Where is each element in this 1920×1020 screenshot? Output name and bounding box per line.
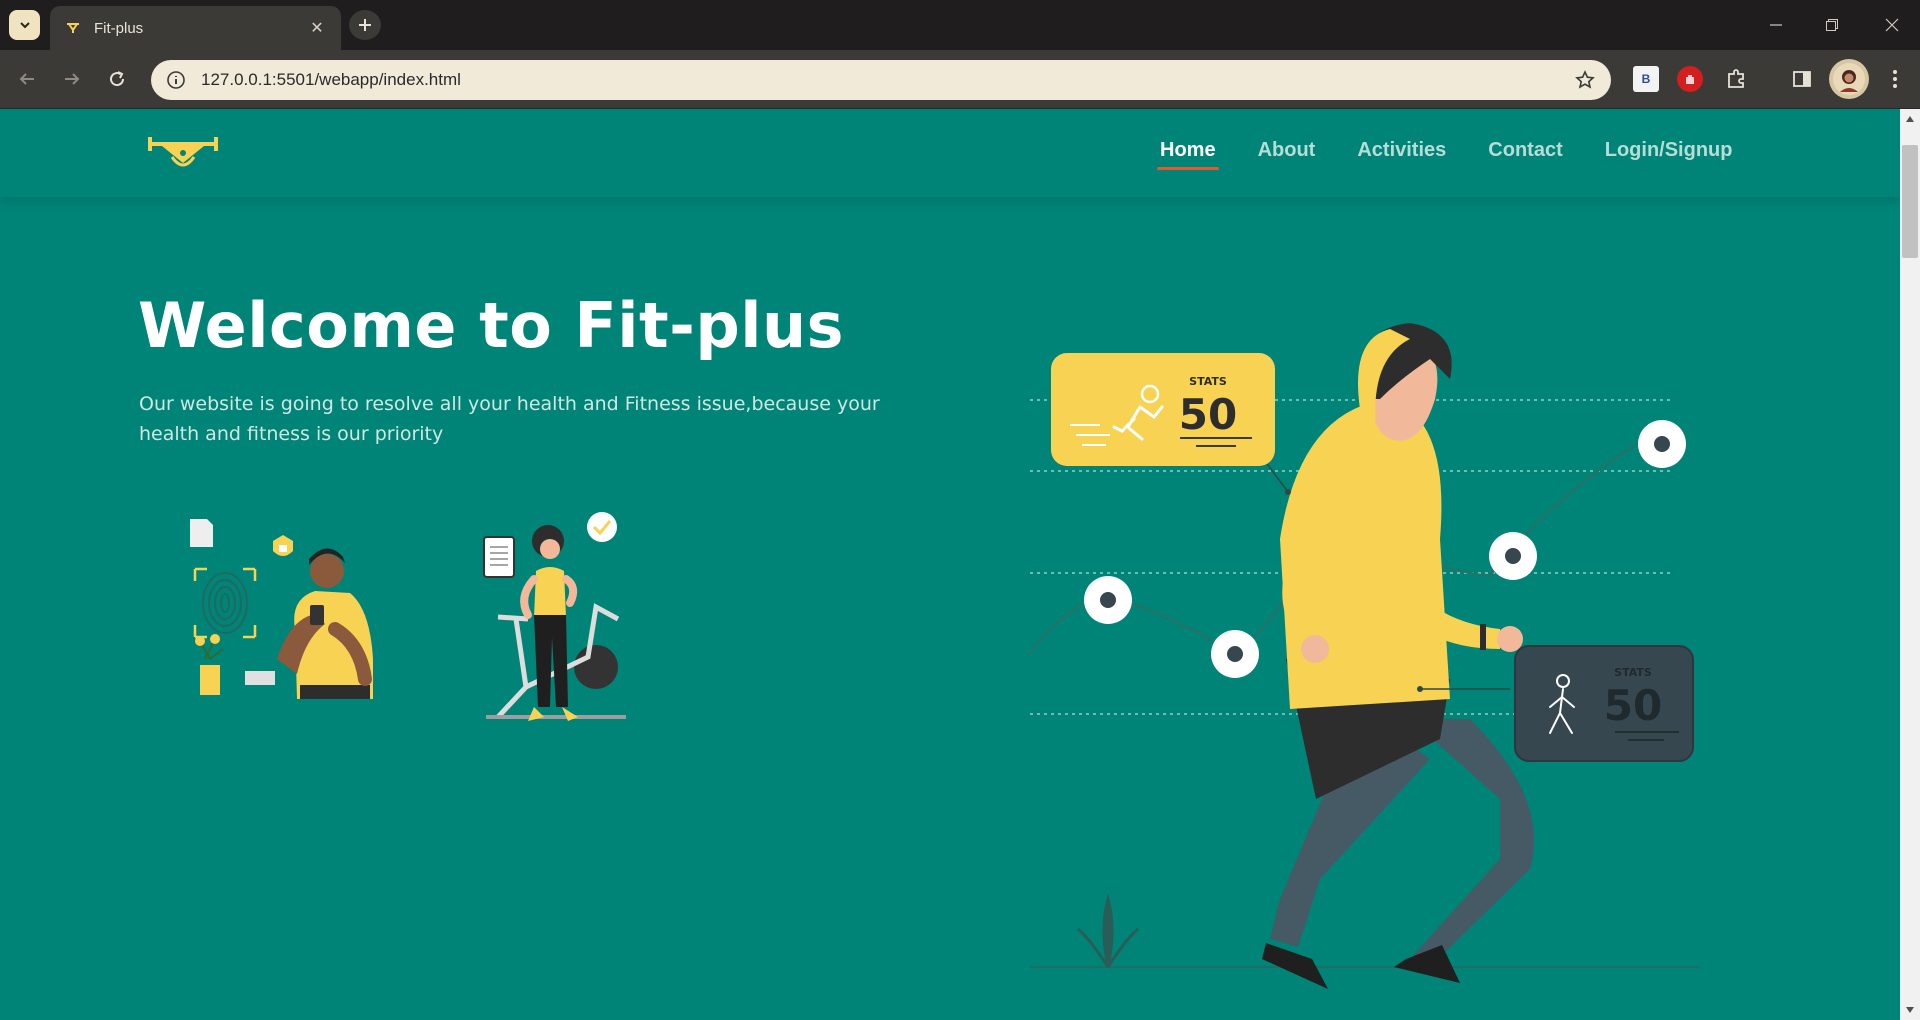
scroll-up-icon[interactable] [1900,109,1920,129]
url-text: 127.0.0.1:5501/webapp/index.html [201,70,461,89]
exercise-bike-illustration [483,512,626,721]
forward-button[interactable] [57,64,87,94]
stats-card-1-value: 50 [1179,390,1237,439]
reload-button[interactable] [102,64,132,94]
nav-home-link[interactable]: Home [1157,139,1219,170]
reload-icon [110,71,125,87]
browser-tab[interactable]: Fit-plus ✕ [50,6,341,50]
chevron-down-icon [19,22,30,29]
browser-toolbar: 127.0.0.1:5501/webapp/index.html B [0,50,1920,109]
nav-activities-link[interactable]: Activities [1357,139,1446,170]
site-info-icon[interactable] [165,69,187,91]
side-panel-icon[interactable] [1789,66,1815,92]
address-bar[interactable]: 127.0.0.1:5501/webapp/index.html [151,60,1611,100]
extension-b-icon[interactable]: B [1633,66,1659,92]
nav-about-link[interactable]: About [1258,139,1316,170]
page-viewport: Home About Activities Contact Login/Sign… [0,109,1900,1020]
nav-login-signup-link[interactable]: Login/Signup [1605,139,1733,170]
tab-title: Fit-plus [94,19,144,37]
bookmark-star-icon[interactable] [1573,68,1597,92]
restore-icon [1826,19,1838,31]
scroll-down-icon[interactable] [1900,1000,1920,1020]
close-icon [1885,18,1899,32]
favicon-icon [64,19,82,37]
security-illustration [190,519,373,699]
scroll-thumb[interactable] [1902,145,1918,258]
hero-title: Welcome to Fit-plus [138,289,845,362]
close-icon[interactable]: ✕ [307,18,327,38]
back-button[interactable] [12,64,42,94]
extension-stop-icon[interactable] [1677,66,1703,92]
minimize-button[interactable] [1748,0,1804,50]
site-navbar: Home About Activities Contact Login/Sign… [0,109,1900,197]
runner-illustration: STATS 50 STATS 50 [1030,323,1700,989]
hero-description: Our website is going to resolve all your… [139,393,880,445]
nav-contact-link[interactable]: Contact [1488,139,1562,170]
arrow-right-icon [65,73,80,85]
stats-card-2-value: 50 [1604,681,1662,730]
tab-search-button[interactable] [9,10,40,40]
minimize-icon [1770,24,1782,26]
close-window-button[interactable] [1864,0,1920,50]
extensions-puzzle-icon[interactable] [1723,66,1749,92]
stats-card-yellow [1051,353,1275,466]
arrow-left-icon [19,73,34,85]
new-tab-button[interactable] [349,10,381,40]
profile-avatar[interactable] [1829,59,1869,99]
plus-icon [359,19,371,31]
fitplus-logo-icon [148,137,218,167]
avatar-icon [1833,63,1865,95]
page-scrollbar[interactable] [1900,109,1920,1020]
nav-links: Home About Activities Contact Login/Sign… [1157,139,1774,170]
stats-card-1-label: STATS [1189,375,1227,388]
restore-button[interactable] [1804,0,1860,50]
browser-tabstrip: Fit-plus ✕ [0,0,1920,50]
stats-card-2-label: STATS [1614,666,1652,679]
browser-menu-icon[interactable] [1882,66,1908,92]
